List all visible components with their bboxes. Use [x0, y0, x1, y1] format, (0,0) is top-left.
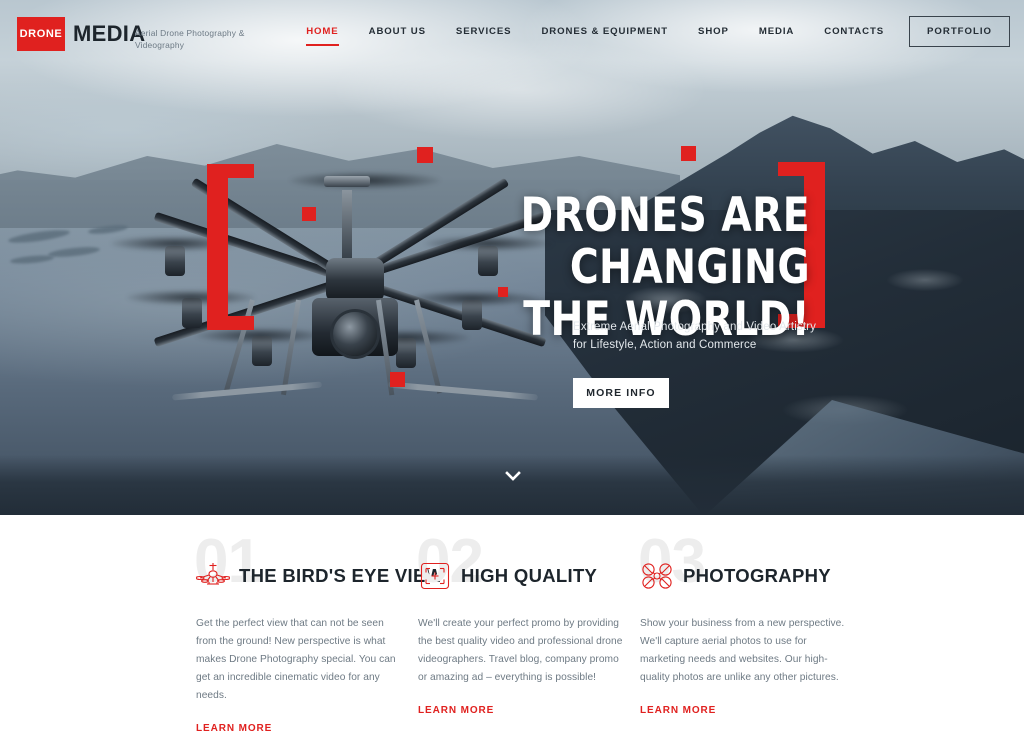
hero-subcopy: Extreme Aerial Photography and Video Art…: [573, 321, 817, 351]
learn-more-link[interactable]: LEARN MORE: [196, 723, 272, 734]
feature-header: HIGH QUALITY: [418, 555, 624, 597]
learn-more-link[interactable]: LEARN MORE: [418, 705, 494, 716]
feature-card: 03 PHOTOGRAPHY Show your business from a…: [638, 531, 846, 736]
feature-header: PHOTOGRAPHY: [640, 555, 846, 597]
camera-focus-frame-icon: [418, 561, 452, 591]
feature-body: Show your business from a new perspectiv…: [640, 618, 845, 683]
feature-card-list: 01 THE BIRD'S EYE VIEW Get the perfect v…: [194, 531, 846, 736]
more-info-button[interactable]: MORE INFO: [573, 378, 669, 408]
feature-title: HIGH QUALITY: [461, 565, 598, 586]
chevron-down-icon[interactable]: [503, 466, 523, 486]
nav-item-services[interactable]: SERVICES: [441, 26, 527, 37]
feature-body: We'll create your perfect promo by provi…: [418, 618, 623, 683]
nav-item-drones-equipment[interactable]: DRONES & EQUIPMENT: [526, 26, 683, 37]
drone-front-view-icon: [195, 561, 231, 591]
portfolio-button[interactable]: PORTFOLIO: [909, 15, 1010, 47]
nav-item-contacts[interactable]: CONTACTS: [809, 26, 899, 37]
feature-card: 01 THE BIRD'S EYE VIEW Get the perfect v…: [194, 531, 443, 736]
logo[interactable]: DRONE MEDIA: [17, 17, 145, 51]
quadcopter-top-view-icon: [640, 561, 674, 591]
landing-page: DRONES ARE CHANGING THE WORLD! Extreme A…: [0, 0, 1024, 745]
hero-headline-line-1: DRONES ARE CHANGING: [520, 188, 810, 295]
feature-card: 02 HIGH QUALITY We'll create your perfec…: [416, 531, 624, 736]
hero-section: DRONES ARE CHANGING THE WORLD! Extreme A…: [0, 0, 1024, 515]
hero-copy: DRONES ARE CHANGING THE WORLD! Extreme A…: [0, 0, 1024, 515]
site-tagline: Aerial Drone Photography & Videography: [135, 28, 245, 50]
nav-item-shop[interactable]: SHOP: [683, 26, 744, 37]
nav-item-media[interactable]: MEDIA: [744, 26, 809, 37]
main-navigation: HOME ABOUT US SERVICES DRONES & EQUIPMEN…: [291, 0, 1010, 62]
feature-title: PHOTOGRAPHY: [683, 565, 831, 586]
feature-title: THE BIRD'S EYE VIEW: [239, 565, 444, 586]
features-section: 01 THE BIRD'S EYE VIEW Get the perfect v…: [0, 515, 1024, 745]
nav-item-home[interactable]: HOME: [291, 26, 353, 46]
learn-more-link[interactable]: LEARN MORE: [640, 705, 716, 716]
feature-header: THE BIRD'S EYE VIEW: [195, 555, 443, 597]
feature-body: Get the perfect view that can not be see…: [196, 618, 396, 701]
logo-mark: DRONE: [17, 17, 65, 51]
nav-item-about-us[interactable]: ABOUT US: [354, 26, 441, 37]
site-header: DRONE MEDIA Aerial Drone Photography & V…: [0, 0, 1024, 62]
